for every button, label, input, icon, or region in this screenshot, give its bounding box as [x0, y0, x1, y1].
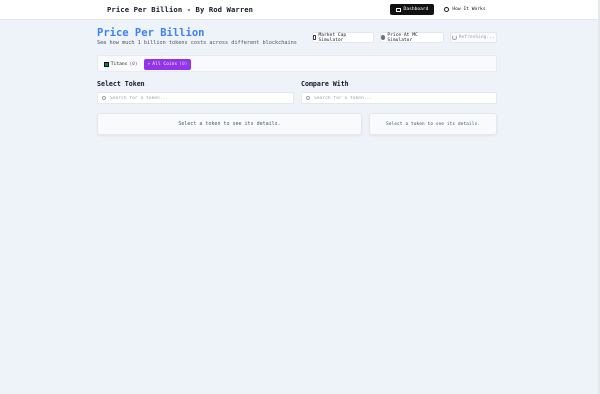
layout-icon	[395, 7, 401, 12]
search-icon	[306, 96, 310, 100]
selected-token-card: Select a token to see its details.	[97, 113, 362, 135]
all-coins-filter-tab[interactable]: ✦ All Coins (0)	[144, 59, 191, 70]
refresh-label: Refreshing...	[458, 35, 495, 40]
help-circle-icon	[444, 7, 450, 12]
dashboard-button[interactable]: Dashboard	[390, 4, 434, 15]
dollar-circle-icon	[381, 35, 386, 40]
price-at-mc-simulator-button[interactable]: Price At MC Simulator	[380, 32, 444, 43]
refresh-button[interactable]: Refreshing...	[450, 32, 497, 43]
select-token-search[interactable]	[97, 92, 294, 104]
sparkle-icon: ✦	[147, 62, 151, 67]
search-icon	[102, 96, 106, 100]
compare-with-search[interactable]	[301, 92, 497, 104]
titans-count: (0)	[129, 62, 138, 67]
compare-token-empty-message: Select a token to see its details.	[385, 121, 481, 127]
compare-token-card: Select a token to see its details.	[369, 113, 497, 135]
select-token-search-input[interactable]	[110, 95, 280, 101]
selected-token-empty-message: Select a token to see its details.	[178, 121, 281, 127]
how-it-works-label: How It Works	[452, 7, 486, 12]
filter-bar: Titans (0) ✦ All Coins (0)	[97, 55, 497, 72]
top-navigation-bar: Price Per Billion - By Rod Warren Dashbo…	[0, 0, 600, 20]
select-token-heading: Select Token	[97, 80, 145, 88]
all-coins-label: All Coins	[152, 62, 178, 67]
page-title: Price Per Billion	[97, 27, 205, 39]
all-coins-count: (0)	[179, 62, 188, 67]
market-cap-simulator-button[interactable]: Market Cap Simulator	[312, 32, 374, 43]
titans-filter-tab[interactable]: Titans (0)	[102, 59, 140, 70]
compare-with-heading: Compare With	[301, 80, 349, 88]
price-at-mc-simulator-label: Price At MC Simulator	[387, 32, 418, 43]
titans-label: Titans	[110, 62, 128, 67]
calculator-icon	[313, 35, 317, 40]
flag-icon	[104, 62, 109, 67]
how-it-works-button[interactable]: How It Works	[440, 4, 490, 15]
compare-with-search-input[interactable]	[314, 95, 484, 101]
page-subtitle: See how much 1 billion tokens costs acro…	[97, 40, 297, 46]
market-cap-simulator-label: Market Cap Simulator	[318, 32, 347, 43]
brand-title[interactable]: Price Per Billion - By Rod Warren	[107, 5, 253, 14]
dashboard-label: Dashboard	[403, 7, 429, 12]
refresh-icon	[452, 35, 457, 40]
